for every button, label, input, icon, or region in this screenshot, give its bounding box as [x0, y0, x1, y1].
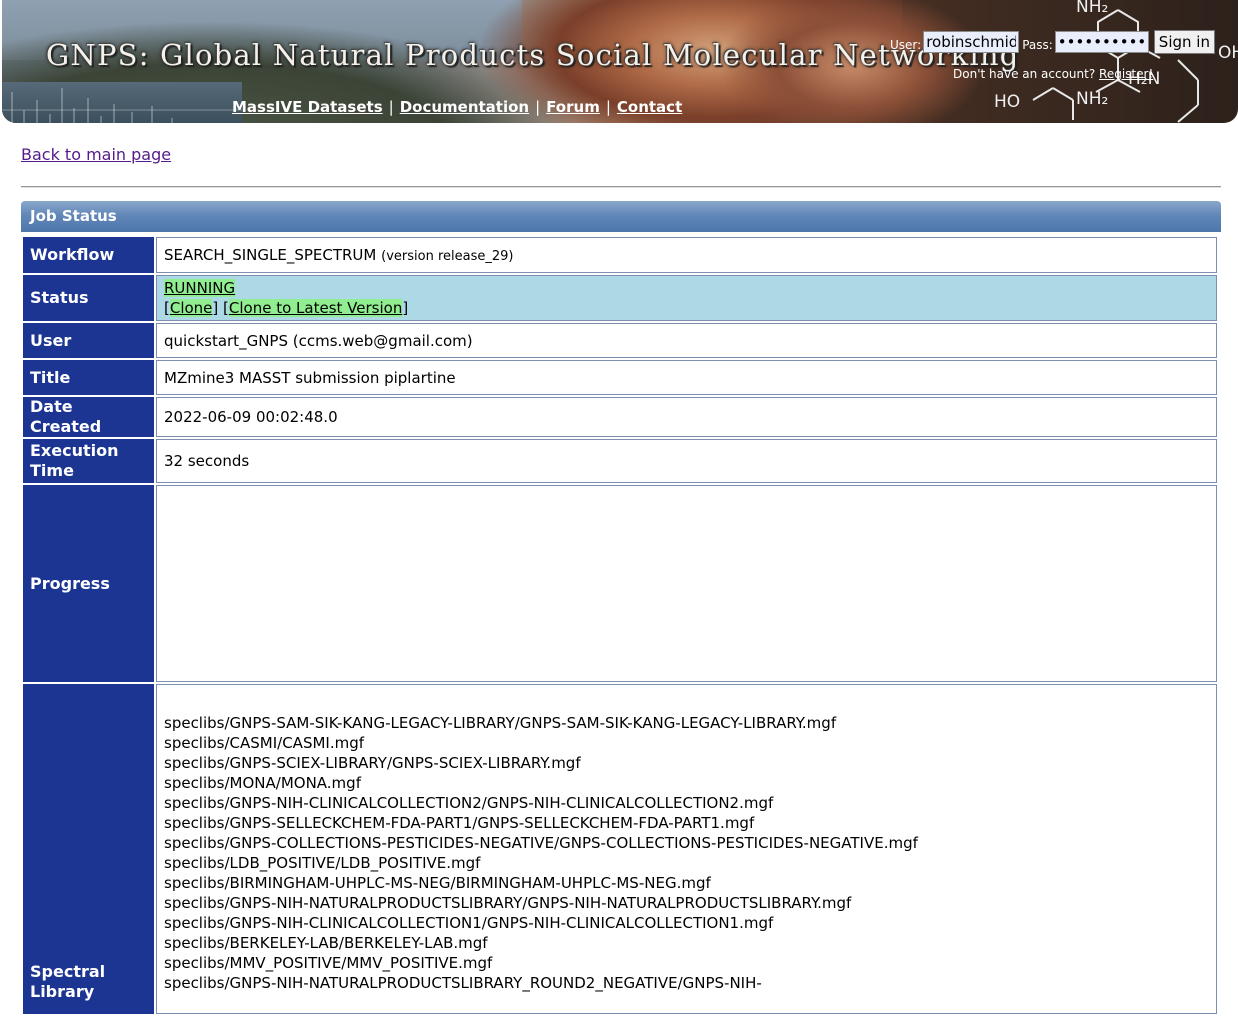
workflow-value: SEARCH_SINGLE_SPECTRUM (version release_…	[156, 237, 1217, 273]
nav-separator: |	[605, 98, 611, 116]
library-item: speclibs/GNPS-NIH-CLINICALCOLLECTION1/GN…	[164, 914, 774, 932]
table-row-workflow: Workflow SEARCH_SINGLE_SPECTRUM (version…	[23, 237, 1217, 273]
status-label: Status	[23, 275, 154, 321]
top-nav: MassIVE Datasets | Documentation | Forum | Con…	[232, 98, 682, 116]
workflow-label: Workflow	[23, 237, 154, 273]
register-prompt: Don't have an account? Register!	[953, 67, 1153, 81]
svg-text:HO: HO	[994, 92, 1020, 112]
library-item: speclibs/GNPS-COLLECTIONS-PESTICIDES-NEG…	[164, 834, 918, 852]
date-created-label: Date Created	[23, 397, 154, 437]
progress-label: Progress	[23, 485, 154, 682]
library-item: speclibs/CASMI/CASMI.mgf	[164, 734, 365, 752]
spectral-library-label-text: Spectral Library	[30, 962, 106, 1001]
spectral-library-label: Spectral Library	[23, 684, 154, 1014]
library-item: speclibs/GNPS-SELLECKCHEM-FDA-PART1/GNPS…	[164, 814, 755, 832]
library-item: speclibs/GNPS-SAM-SIK-KANG-LEGACY-LIBRAR…	[164, 714, 837, 732]
password-input[interactable]	[1054, 31, 1149, 53]
svg-text:NH₂: NH₂	[1076, 0, 1108, 17]
login-form: User: Pass: Sign in	[890, 30, 1215, 54]
table-row-title: Title MZmine3 MASST submission piplartin…	[23, 360, 1217, 395]
sign-in-button[interactable]: Sign in	[1153, 30, 1215, 54]
library-item: speclibs/GNPS-NIH-NATURALPRODUCTSLIBRARY…	[164, 894, 852, 912]
workflow-version: (version release_29)	[381, 249, 514, 264]
library-item: speclibs/BERKELEY-LAB/BERKELEY-LAB.mgf	[164, 934, 488, 952]
nav-separator: |	[388, 98, 394, 116]
execution-time-label: Execution Time	[23, 439, 154, 483]
table-row-progress: Progress	[23, 485, 1217, 682]
job-status-table: Workflow SEARCH_SINGLE_SPECTRUM (version…	[21, 235, 1219, 1016]
svg-text:NH₂: NH₂	[1076, 89, 1108, 109]
user-label: User:	[890, 38, 922, 52]
nav-forum[interactable]: Forum	[546, 98, 600, 116]
library-item: speclibs/LDB_POSITIVE/LDB_POSITIVE.mgf	[164, 854, 481, 872]
pass-label: Pass:	[1022, 38, 1053, 52]
table-row-spectral-library: Spectral Library speclibs/GNPS-SAM-SIK-K…	[23, 684, 1217, 1014]
date-created-value: 2022-06-09 00:02:48.0	[156, 397, 1217, 437]
execution-time-value: 32 seconds	[156, 439, 1217, 483]
nav-contact[interactable]: Contact	[617, 98, 682, 116]
spectrum-decoration	[2, 88, 242, 123]
clone-link[interactable]: Clone	[169, 299, 213, 317]
divider	[21, 186, 1221, 188]
register-link[interactable]: Register!	[1099, 67, 1153, 81]
nav-separator: |	[535, 98, 541, 116]
back-to-main-link[interactable]: Back to main page	[21, 145, 171, 164]
user-value: quickstart_GNPS (ccms.web@gmail.com)	[156, 323, 1217, 358]
nav-documentation[interactable]: Documentation	[400, 98, 529, 116]
job-status-header: Job Status	[21, 201, 1221, 232]
status-running-badge[interactable]: RUNNING	[164, 279, 236, 297]
svg-text:OH: OH	[1218, 43, 1238, 63]
library-item: speclibs/GNPS-NIH-CLINICALCOLLECTION2/GN…	[164, 794, 774, 812]
spectral-library-value: speclibs/GNPS-SAM-SIK-KANG-LEGACY-LIBRAR…	[156, 684, 1217, 1014]
register-text: Don't have an account?	[953, 67, 1096, 81]
library-item: speclibs/BIRMINGHAM-UHPLC-MS-NEG/BIRMING…	[164, 874, 711, 892]
clone-latest-link[interactable]: Clone to Latest Version	[228, 299, 403, 317]
library-item: speclibs/GNPS-SCIEX-LIBRARY/GNPS-SCIEX-L…	[164, 754, 581, 772]
progress-value	[156, 485, 1217, 682]
library-item: speclibs/MONA/MONA.mgf	[164, 774, 361, 792]
workflow-name: SEARCH_SINGLE_SPECTRUM	[164, 246, 377, 264]
library-item: speclibs/GNPS-NIH-NATURALPRODUCTSLIBRARY…	[164, 974, 762, 992]
nav-massive-datasets[interactable]: MassIVE Datasets	[232, 98, 383, 116]
table-row-date-created: Date Created 2022-06-09 00:02:48.0	[23, 397, 1217, 437]
clone-links: [Clone] [Clone to Latest Version]	[164, 299, 409, 317]
table-row-user: User quickstart_GNPS (ccms.web@gmail.com…	[23, 323, 1217, 358]
library-list: speclibs/GNPS-SAM-SIK-KANG-LEGACY-LIBRAR…	[164, 713, 1209, 993]
title-value: MZmine3 MASST submission piplartine	[156, 360, 1217, 395]
title-label: Title	[23, 360, 154, 395]
username-input[interactable]	[923, 31, 1020, 53]
status-value: RUNNING [Clone] [Clone to Latest Version…	[156, 275, 1217, 321]
user-label: User	[23, 323, 154, 358]
header-banner: NH₂ OH H₂N HO NH₂ GNPS: Global Natural P…	[2, 0, 1238, 123]
table-row-status: Status RUNNING [Clone] [Clone to Latest …	[23, 275, 1217, 321]
table-row-execution-time: Execution Time 32 seconds	[23, 439, 1217, 483]
library-item: speclibs/MMV_POSITIVE/MMV_POSITIVE.mgf	[164, 954, 493, 972]
site-title: GNPS: Global Natural Products Social Mol…	[46, 38, 1020, 72]
